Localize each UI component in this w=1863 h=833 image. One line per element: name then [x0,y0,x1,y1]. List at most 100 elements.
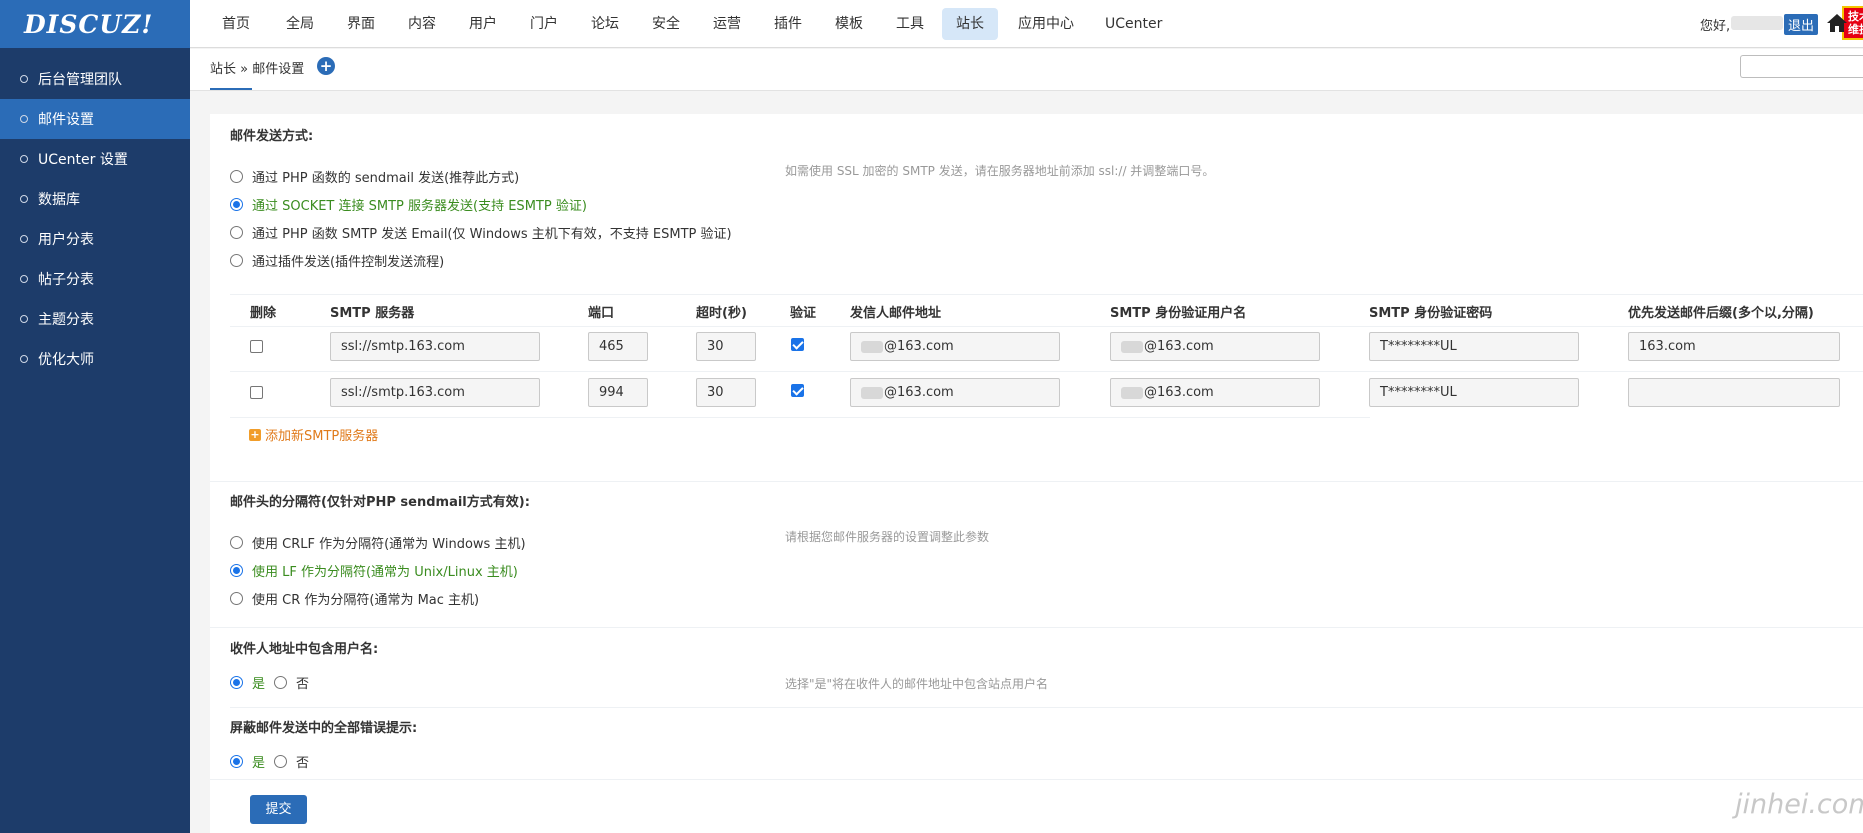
radio-button[interactable] [230,592,243,605]
priority-suffix-input[interactable]: 163.com [1628,332,1840,361]
option-label: 使用 LF 作为分隔符(通常为 Unix/Linux 主机) [252,565,518,580]
nav-item-content[interactable]: 内容 [408,8,436,40]
radio-button[interactable] [230,564,243,577]
delete-checkbox[interactable] [250,386,263,399]
mail-method-option[interactable]: 通过 PHP 函数的 sendmail 发送(推荐此方式) [230,167,519,186]
nav-item-webmaster[interactable]: 站长 [942,8,998,40]
nav-item-interface[interactable]: 界面 [347,8,375,40]
smtp-password-input[interactable]: T********UL [1369,332,1579,361]
sub-header: 站长 » 邮件设置 + [190,49,1863,91]
priority-suffix-input[interactable] [1628,378,1840,407]
nav-item-tools[interactable]: 工具 [896,8,924,40]
option-label: 是 [252,756,266,771]
from-address-input[interactable]: @163.com [850,332,1060,361]
from-address-input[interactable]: @163.com [850,378,1060,407]
option-label: 通过 SOCKET 连接 SMTP 服务器发送(支持 ESMTP 验证) [252,199,587,214]
breadcrumb-root[interactable]: 站长 [210,62,236,77]
smtp-username-input[interactable]: @163.com [1110,332,1320,361]
radio-button[interactable] [230,676,243,689]
nav-item-security[interactable]: 安全 [652,8,680,40]
hide-errors-no[interactable]: 否 [274,752,309,771]
nav-item-ucenter[interactable]: UCenter [1105,8,1162,40]
separator-option[interactable]: 使用 LF 作为分隔符(通常为 Unix/Linux 主机) [230,561,518,580]
sidebar-item-label: UCenter 设置 [38,152,128,168]
nav-item-portal[interactable]: 门户 [530,8,558,40]
radio-button[interactable] [230,254,243,267]
radio-button[interactable] [230,226,243,239]
nav-item-operations[interactable]: 运营 [713,8,741,40]
radio-button[interactable] [274,676,287,689]
option-label: 通过 PHP 函数 SMTP 发送 Email(仅 Windows 主机下有效，… [252,227,732,242]
mail-method-option[interactable]: 通过插件发送(插件控制发送流程) [230,251,444,270]
include-username-no[interactable]: 否 [274,673,309,692]
timeout-input[interactable]: 30 [696,332,756,361]
sidebar-item-user-split[interactable]: 用户分表 [0,219,190,259]
mail-method-option[interactable]: 通过 PHP 函数 SMTP 发送 Email(仅 Windows 主机下有效，… [230,223,732,242]
mail-method-title: 邮件发送方式: [230,129,314,144]
search-input[interactable] [1740,55,1863,78]
home-icon[interactable] [1826,13,1848,37]
main-content: 邮件发送方式: 通过 PHP 函数的 sendmail 发送(推荐此方式) 通过… [210,114,1863,833]
hide-errors-title: 屏蔽邮件发送中的全部错误提示: [230,721,418,736]
smtp-username-input[interactable]: @163.com [1110,378,1320,407]
nav-item-app-center[interactable]: 应用中心 [1018,8,1074,40]
logo[interactable]: DISCUZ! [0,0,190,48]
auth-checkbox[interactable] [791,384,804,397]
circle-icon [20,75,28,83]
circle-icon [20,155,28,163]
separator-option[interactable]: 使用 CRLF 作为分隔符(通常为 Windows 主机) [230,533,526,552]
badge-line: 维护 [1848,23,1863,36]
nav-item-forum[interactable]: 论坛 [591,8,619,40]
radio-button[interactable] [230,170,243,183]
include-username-title: 收件人地址中包含用户名: [230,642,379,657]
sidebar-item-label: 后台管理团队 [38,72,122,88]
smtp-server-input[interactable]: ssl://smtp.163.com [330,332,540,361]
radio-button[interactable] [230,536,243,549]
sidebar-item-thread-split[interactable]: 主题分表 [0,299,190,339]
option-label: 通过 PHP 函数的 sendmail 发送(推荐此方式) [252,171,520,186]
sidebar-item-database[interactable]: 数据库 [0,179,190,219]
sidebar-item-optimizer[interactable]: 优化大师 [0,339,190,379]
sidebar-item-ucenter[interactable]: UCenter 设置 [0,139,190,179]
add-shortcut-icon[interactable]: + [317,57,335,75]
submit-button[interactable]: 提交 [250,795,307,824]
column-header: 超时(秒) [696,306,747,321]
watermark: jinhei.com [1735,789,1863,820]
add-smtp-server-link[interactable]: + 添加新SMTP服务器 [249,425,378,444]
nav-item-templates[interactable]: 模板 [835,8,863,40]
nav-item-users[interactable]: 用户 [469,8,497,40]
option-label: 使用 CRLF 作为分隔符(通常为 Windows 主机) [252,537,526,552]
separator-option[interactable]: 使用 CR 作为分隔符(通常为 Mac 主机) [230,589,479,608]
mail-method-option[interactable]: 通过 SOCKET 连接 SMTP 服务器发送(支持 ESMTP 验证) [230,195,587,214]
blurred-text [861,386,883,399]
option-label: 通过插件发送(插件控制发送流程) [252,255,445,270]
port-input[interactable]: 465 [588,332,648,361]
radio-button[interactable] [230,755,243,768]
include-username-yes[interactable]: 是 [230,673,265,692]
divider [210,627,1863,628]
smtp-server-input[interactable]: ssl://smtp.163.com [330,378,540,407]
nav-item-global[interactable]: 全局 [286,8,314,40]
divider [210,481,1863,482]
sidebar-item-post-split[interactable]: 帖子分表 [0,259,190,299]
nav-item-plugins[interactable]: 插件 [774,8,802,40]
sidebar-item-mail-settings[interactable]: 邮件设置 [0,99,190,139]
blurred-text [1121,386,1143,399]
delete-checkbox[interactable] [250,340,263,353]
timeout-input[interactable]: 30 [696,378,756,407]
nav-item-home[interactable]: 首页 [222,8,250,40]
hide-errors-yes[interactable]: 是 [230,752,265,771]
smtp-password-input[interactable]: T********UL [1369,378,1579,407]
radio-button[interactable] [274,755,287,768]
radio-button[interactable] [230,198,243,211]
port-input[interactable]: 994 [588,378,648,407]
sidebar: DISCUZ! 后台管理团队 邮件设置 UCenter 设置 数据库 用户分表 … [0,0,190,833]
divider [230,417,1370,418]
sidebar-menu: 后台管理团队 邮件设置 UCenter 设置 数据库 用户分表 帖子分表 主题分… [0,59,190,379]
column-header: 发信人邮件地址 [850,306,942,321]
username-blurred [1731,16,1783,30]
logout-button[interactable]: 退出 [1784,14,1819,35]
sidebar-item-admin-team[interactable]: 后台管理团队 [0,59,190,99]
auth-checkbox[interactable] [791,338,804,351]
divider [230,371,1863,372]
